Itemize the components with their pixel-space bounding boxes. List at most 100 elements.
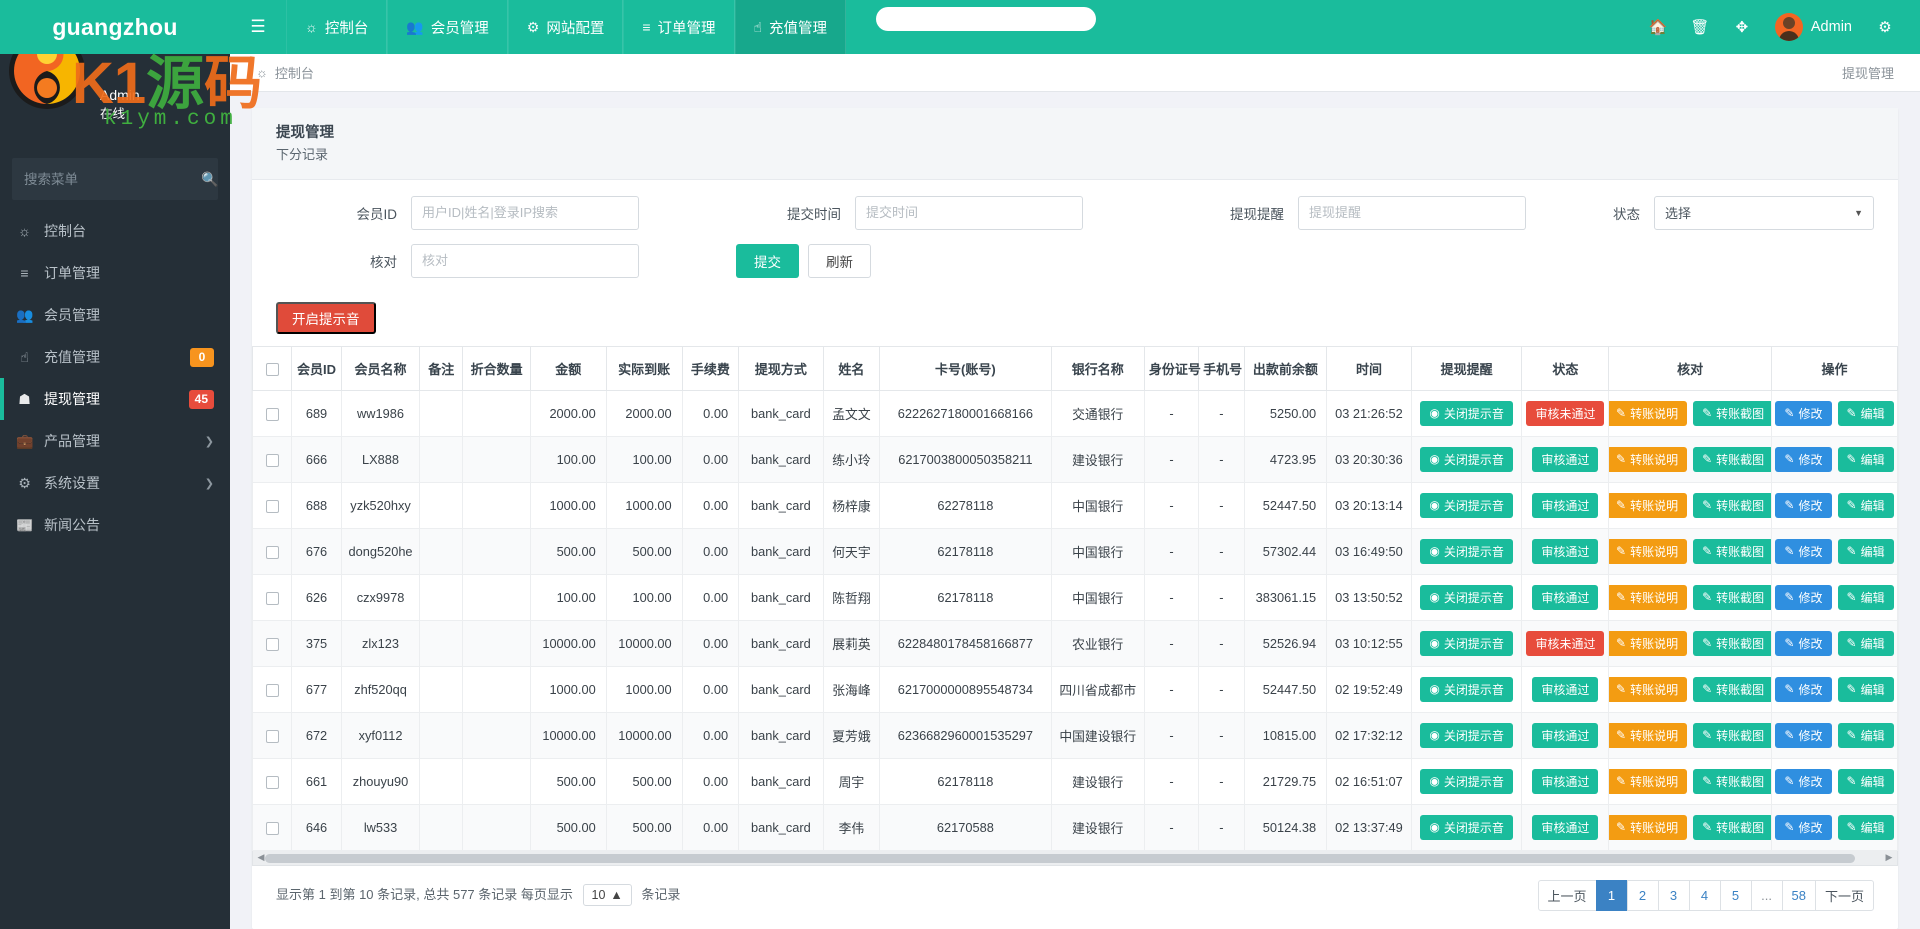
select-all-header[interactable]	[252, 345, 293, 391]
transfer-screenshot-button[interactable]: ✎ 转账截图	[1693, 446, 1771, 472]
row-checkbox[interactable]	[265, 638, 279, 652]
search-icon[interactable]: 🔍	[201, 171, 218, 188]
edit-button[interactable]: ✎ 编辑	[1837, 584, 1894, 610]
submit-time-input[interactable]	[854, 195, 1083, 230]
cell-withdraw-remind[interactable]: ◉ 关闭提示音	[1410, 711, 1523, 759]
transfer-screenshot-button[interactable]: ✎ 转账截图	[1693, 768, 1771, 794]
close-sound-button[interactable]: ◉ 关闭提示音	[1420, 400, 1513, 426]
close-sound-button[interactable]: ◉ 关闭提示音	[1420, 492, 1513, 518]
edit-button[interactable]: ✎ 编辑	[1837, 400, 1894, 426]
cell-withdraw-remind[interactable]: ◉ 关闭提示音	[1410, 757, 1523, 805]
sidebar-item-members[interactable]: 👥 会员管理	[0, 294, 230, 336]
modify-button[interactable]: ✎ 修改	[1775, 446, 1832, 472]
search-input[interactable]	[24, 171, 201, 187]
transfer-screenshot-button[interactable]: ✎ 转账截图	[1693, 630, 1771, 656]
sidebar-item-system-settings[interactable]: ⚙ 系统设置 ❯	[0, 462, 230, 504]
refresh-button[interactable]: 刷新	[808, 243, 871, 278]
row-checkbox[interactable]	[265, 546, 279, 560]
transfer-screenshot-button[interactable]: ✎ 转账截图	[1693, 814, 1771, 840]
transfer-screenshot-button[interactable]: ✎ 转账截图	[1693, 400, 1771, 426]
edit-button[interactable]: ✎ 编辑	[1837, 538, 1894, 564]
sidebar-item-withdraw[interactable]: ☗ 提现管理 45	[0, 378, 230, 420]
sidebar-item-products[interactable]: 💼 产品管理 ❯	[0, 420, 230, 462]
page-58[interactable]: 58	[1781, 879, 1816, 911]
row-checkbox[interactable]	[265, 454, 279, 468]
edit-button[interactable]: ✎ 编辑	[1837, 676, 1894, 702]
row-select-cell[interactable]	[252, 481, 293, 529]
row-checkbox[interactable]	[265, 684, 279, 698]
close-sound-button[interactable]: ◉ 关闭提示音	[1420, 768, 1513, 794]
modify-button[interactable]: ✎ 修改	[1775, 400, 1832, 426]
cell-withdraw-remind[interactable]: ◉ 关闭提示音	[1410, 435, 1523, 483]
select-all-checkbox[interactable]	[265, 363, 279, 377]
cell-withdraw-remind[interactable]: ◉ 关闭提示音	[1410, 527, 1523, 575]
modify-button[interactable]: ✎ 修改	[1775, 814, 1832, 840]
transfer-note-button[interactable]: ✎ 转账说明	[1609, 630, 1688, 656]
cell-withdraw-remind[interactable]: ◉ 关闭提示音	[1410, 481, 1523, 529]
table-row[interactable]: 676 dong520he 500.00 500.00 0.00 bank_card 何天宇…	[252, 527, 1898, 575]
transfer-note-button[interactable]: ✎ 转账说明	[1609, 768, 1688, 794]
table-row[interactable]: 677 zhf520qq 1000.00 1000.00 0.00 bank_card 张海…	[252, 665, 1898, 713]
edit-button[interactable]: ✎ 编辑	[1837, 446, 1894, 472]
cell-withdraw-remind[interactable]: ◉ 关闭提示音	[1410, 619, 1523, 667]
topnav-item-recharge[interactable]: ☝ 充值管理	[734, 0, 847, 54]
transfer-note-button[interactable]: ✎ 转账说明	[1609, 538, 1688, 564]
page-4[interactable]: 4	[1688, 879, 1721, 911]
withdraw-note-input[interactable]	[1298, 195, 1527, 230]
row-select-cell[interactable]	[252, 573, 293, 621]
status-select[interactable]: 选择 ▼	[1654, 195, 1874, 230]
transfer-screenshot-button[interactable]: ✎ 转账截图	[1693, 492, 1771, 518]
close-sound-button[interactable]: ◉ 关闭提示音	[1420, 630, 1513, 656]
row-checkbox[interactable]	[265, 500, 279, 514]
user-menu[interactable]: Admin	[1763, 0, 1864, 54]
cell-withdraw-remind[interactable]: ◉ 关闭提示音	[1410, 665, 1523, 713]
transfer-screenshot-button[interactable]: ✎ 转账截图	[1693, 584, 1771, 610]
page-prev[interactable]: 上一页	[1537, 879, 1597, 911]
submit-button[interactable]: 提交	[736, 243, 799, 278]
row-select-cell[interactable]	[252, 619, 293, 667]
sidebar-item-news[interactable]: 📰 新闻公告	[0, 504, 230, 546]
topnav-item-members[interactable]: 👥 会员管理	[387, 0, 508, 54]
modify-button[interactable]: ✎ 修改	[1775, 676, 1832, 702]
row-checkbox[interactable]	[265, 730, 279, 744]
page-size-select[interactable]: 10 ▲	[582, 884, 632, 907]
topnav-item-orders[interactable]: ≡ 订单管理	[623, 0, 735, 54]
topnav-item-dashboard[interactable]: ☼ 控制台	[286, 0, 388, 54]
table-row[interactable]: 375 zlx123 10000.00 10000.00 0.00 bank_card 展莉…	[252, 619, 1898, 667]
row-checkbox[interactable]	[265, 592, 279, 606]
row-select-cell[interactable]	[252, 711, 293, 759]
row-select-cell[interactable]	[252, 757, 293, 805]
member-id-input[interactable]	[411, 195, 639, 230]
brand-logo[interactable]: guangzhou	[0, 0, 230, 54]
table-row[interactable]: 688 yzk520hxy 1000.00 1000.00 0.00 bank_card 杨…	[252, 481, 1898, 529]
row-select-cell[interactable]	[252, 435, 293, 483]
sidebar-item-dashboard[interactable]: ☼ 控制台	[0, 210, 230, 252]
scroll-right-arrow[interactable]: ▶	[1883, 852, 1895, 863]
transfer-screenshot-button[interactable]: ✎ 转账截图	[1693, 538, 1771, 564]
cell-withdraw-remind[interactable]: ◉ 关闭提示音	[1410, 803, 1523, 851]
edit-button[interactable]: ✎ 编辑	[1837, 630, 1894, 656]
sidebar-search[interactable]: 🔍	[12, 158, 218, 200]
row-checkbox[interactable]	[265, 408, 279, 422]
row-checkbox[interactable]	[265, 776, 279, 790]
page-1[interactable]: 1	[1595, 879, 1628, 911]
scroll-left-arrow[interactable]: ◀	[255, 852, 267, 863]
table-row[interactable]: 661 zhouyu90 500.00 500.00 0.00 bank_card 周宇 62…	[252, 757, 1898, 805]
modify-button[interactable]: ✎ 修改	[1775, 768, 1832, 794]
row-select-cell[interactable]	[252, 527, 293, 575]
trash-icon[interactable]: 🗑	[1679, 0, 1721, 54]
close-sound-button[interactable]: ◉ 关闭提示音	[1420, 722, 1513, 748]
page-5[interactable]: 5	[1719, 879, 1752, 911]
enable-sound-button[interactable]: 开启提示音	[276, 301, 376, 334]
check-input[interactable]	[411, 243, 639, 278]
sidebar-toggle-button[interactable]: ☰	[230, 0, 286, 54]
table-row[interactable]: 646 lw533 500.00 500.00 0.00 bank_card 李伟 62170…	[252, 803, 1898, 851]
row-select-cell[interactable]	[252, 803, 293, 851]
transfer-screenshot-button[interactable]: ✎ 转账截图	[1693, 722, 1771, 748]
page-next[interactable]: 下一页	[1814, 879, 1874, 911]
transfer-screenshot-button[interactable]: ✎ 转账截图	[1693, 676, 1771, 702]
home-icon[interactable]: 🏠	[1637, 0, 1679, 54]
gears-icon[interactable]: ⚙	[1864, 0, 1906, 54]
breadcrumb-text[interactable]: 控制台	[275, 63, 314, 82]
page-2[interactable]: 2	[1626, 879, 1659, 911]
